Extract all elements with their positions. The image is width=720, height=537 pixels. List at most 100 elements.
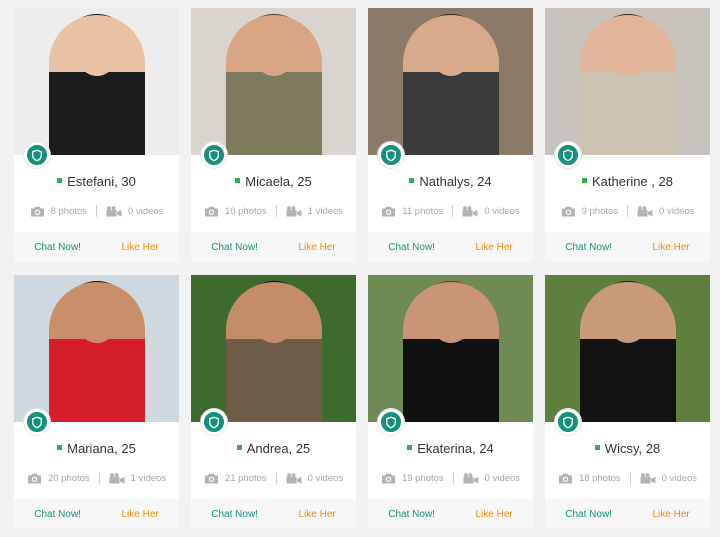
camera-icon <box>30 206 44 216</box>
stats-divider <box>98 472 100 484</box>
profile-name-row: Estefani, 30 <box>14 174 179 189</box>
card-actions: Chat Now! Like Her <box>14 232 179 262</box>
video-count: 1 videos <box>286 206 343 217</box>
media-stats: 20 photos 1 videos <box>14 472 179 484</box>
like-her-button[interactable]: Like Her <box>475 242 512 253</box>
chat-now-button[interactable]: Chat Now! <box>34 509 81 520</box>
profile-name-age: Andrea, 25 <box>246 441 311 456</box>
profile-name-age: Ekaterina, 24 <box>417 441 494 456</box>
photo-count: 21 photos <box>204 473 267 484</box>
camera-icon <box>561 206 575 216</box>
shield-icon <box>24 142 50 168</box>
shield-icon <box>201 409 227 435</box>
stats-divider <box>627 205 629 217</box>
chat-now-button[interactable]: Chat Now! <box>388 509 435 520</box>
photo-count-label: 21 photos <box>224 472 267 484</box>
profile-photo[interactable] <box>191 8 356 155</box>
card-actions: Chat Now! Like Her <box>545 232 710 262</box>
photo-count-label: 9 photos <box>581 205 619 217</box>
chat-now-button[interactable]: Chat Now! <box>565 242 612 253</box>
camera-icon <box>204 206 218 216</box>
profile-card[interactable]: Nathalys, 24 11 photos 0 videos Chat Now… <box>368 8 533 262</box>
profile-photo[interactable] <box>14 8 179 155</box>
profile-card[interactable]: Estefani, 30 8 photos 0 videos Chat Now!… <box>14 8 179 262</box>
profile-photo[interactable] <box>545 8 710 155</box>
chat-now-button[interactable]: Chat Now! <box>34 242 81 253</box>
profile-card[interactable]: Micaela, 25 10 photos 1 videos Chat Now!… <box>191 8 356 262</box>
profile-name-row: Micaela, 25 <box>191 174 356 189</box>
profile-card[interactable]: Andrea, 25 21 photos 0 videos Chat Now! … <box>191 275 356 529</box>
photo-face <box>74 22 119 76</box>
profile-card[interactable]: Ekaterina, 24 19 photos 0 videos Chat No… <box>368 275 533 529</box>
video-count: 1 videos <box>109 473 166 484</box>
like-her-button[interactable]: Like Her <box>652 242 689 253</box>
video-count: 0 videos <box>286 473 343 484</box>
stats-divider <box>275 205 277 217</box>
chat-now-button[interactable]: Chat Now! <box>211 242 258 253</box>
profile-name-row: Andrea, 25 <box>191 441 356 456</box>
video-camera-icon <box>286 205 302 216</box>
profile-card[interactable]: Katherine , 28 9 photos 0 videos Chat No… <box>545 8 710 262</box>
photo-face <box>251 22 296 76</box>
chat-now-button[interactable]: Chat Now! <box>565 509 612 520</box>
card-actions: Chat Now! Like Her <box>545 499 710 529</box>
media-stats: 18 photos 0 videos <box>545 472 710 484</box>
profile-photo[interactable] <box>14 275 179 422</box>
photo-face <box>605 22 650 76</box>
camera-icon <box>382 206 396 216</box>
profile-name-age: Wicsy, 28 <box>604 441 661 456</box>
profile-name-row: Wicsy, 28 <box>545 441 710 456</box>
photo-count: 8 photos <box>30 206 87 217</box>
online-indicator <box>409 178 415 184</box>
profile-photo[interactable] <box>545 275 710 422</box>
like-her-button[interactable]: Like Her <box>652 509 689 520</box>
photo-count: 10 photos <box>204 206 267 217</box>
photo-face <box>605 289 650 343</box>
chat-now-button[interactable]: Chat Now! <box>211 509 258 520</box>
photo-count: 9 photos <box>561 206 618 217</box>
photo-count-label: 20 photos <box>47 472 90 484</box>
video-count-label: 1 videos <box>307 205 344 217</box>
shield-icon <box>201 142 227 168</box>
online-indicator <box>57 445 63 451</box>
like-her-button[interactable]: Like Her <box>298 509 335 520</box>
camera-icon <box>558 473 572 483</box>
card-actions: Chat Now! Like Her <box>191 232 356 262</box>
video-count: 0 videos <box>640 473 697 484</box>
photo-count-label: 10 photos <box>224 205 267 217</box>
video-count: 0 videos <box>106 206 163 217</box>
video-camera-icon <box>640 472 656 483</box>
video-count-label: 1 videos <box>130 472 167 484</box>
photo-count: 11 photos <box>381 206 443 217</box>
profile-photo[interactable] <box>368 8 533 155</box>
media-stats: 21 photos 0 videos <box>191 472 356 484</box>
profile-name-row: Mariana, 25 <box>14 441 179 456</box>
media-stats: 10 photos 1 videos <box>191 205 356 217</box>
stats-divider <box>452 472 454 484</box>
stats-divider <box>96 205 98 217</box>
profile-name-age: Nathalys, 24 <box>419 174 492 189</box>
online-indicator <box>236 445 242 451</box>
profile-photo[interactable] <box>368 275 533 422</box>
photo-face <box>428 289 473 343</box>
online-indicator <box>57 178 63 184</box>
like-her-button[interactable]: Like Her <box>298 242 335 253</box>
media-stats: 19 photos 0 videos <box>368 472 533 484</box>
shield-icon <box>24 409 50 435</box>
photo-count: 18 photos <box>558 473 621 484</box>
video-count-label: 0 videos <box>128 205 164 217</box>
like-her-button[interactable]: Like Her <box>121 509 158 520</box>
profile-card[interactable]: Wicsy, 28 18 photos 0 videos Chat Now! L… <box>545 275 710 529</box>
card-actions: Chat Now! Like Her <box>14 499 179 529</box>
video-count: 0 videos <box>463 473 520 484</box>
like-her-button[interactable]: Like Her <box>475 509 512 520</box>
online-indicator <box>407 445 413 451</box>
profile-photo[interactable] <box>191 275 356 422</box>
online-indicator <box>235 178 241 184</box>
like-her-button[interactable]: Like Her <box>121 242 158 253</box>
camera-icon <box>27 473 41 483</box>
chat-now-button[interactable]: Chat Now! <box>388 242 435 253</box>
photo-count-label: 18 photos <box>578 472 621 484</box>
media-stats: 9 photos 0 videos <box>545 205 710 217</box>
profile-card[interactable]: Mariana, 25 20 photos 1 videos Chat Now!… <box>14 275 179 529</box>
